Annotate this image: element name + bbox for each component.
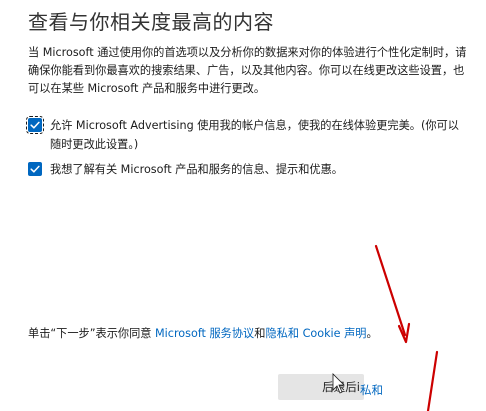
terms-prefix: 单击“下一步”表示你同意 [28, 327, 156, 340]
page-title: 查看与你相关度最高的内容 [28, 10, 274, 34]
back-button-label: 后退 [322, 380, 346, 394]
terms-suffix: 。 [366, 327, 378, 340]
service-agreement-link[interactable]: Microsoft 服务协议 [155, 327, 254, 340]
privacy-statement-link[interactable]: 隐私和 Cookie 声明 [265, 327, 366, 340]
advertising-option[interactable]: 允许 Microsoft Advertising 使用我的帐户信息，使我的在线体… [26, 116, 468, 154]
advertising-option-label: 允许 Microsoft Advertising 使用我的帐户信息，使我的在线体… [50, 119, 459, 151]
back-button[interactable]: 后退后i [278, 374, 364, 400]
back-button-overlap-label: 后i [345, 380, 360, 394]
terms-note: 单击“下一步”表示你同意 Microsoft 服务协议和隐私和 Cookie 声… [28, 325, 378, 343]
terms-middle: 和 [254, 327, 266, 340]
privacy-link[interactable]: 私和 [360, 382, 383, 398]
checkmark-icon [30, 165, 40, 173]
marketing-option-label: 我想了解有关 Microsoft 产品和服务的信息、提示和优惠。 [50, 163, 343, 176]
privacy-settings-page: 查看与你相关度最高的内容 当 Microsoft 通过使用你的首选项以及分析你的… [0, 0, 486, 411]
checkmark-icon [30, 121, 40, 129]
description-text: 当 Microsoft 通过使用你的首选项以及分析你的数据来对你的体验进行个性化… [28, 46, 467, 95]
marketing-checkbox[interactable] [28, 162, 42, 176]
marketing-option[interactable]: 我想了解有关 Microsoft 产品和服务的信息、提示和优惠。 [28, 160, 468, 179]
advertising-checkbox[interactable] [26, 116, 44, 134]
